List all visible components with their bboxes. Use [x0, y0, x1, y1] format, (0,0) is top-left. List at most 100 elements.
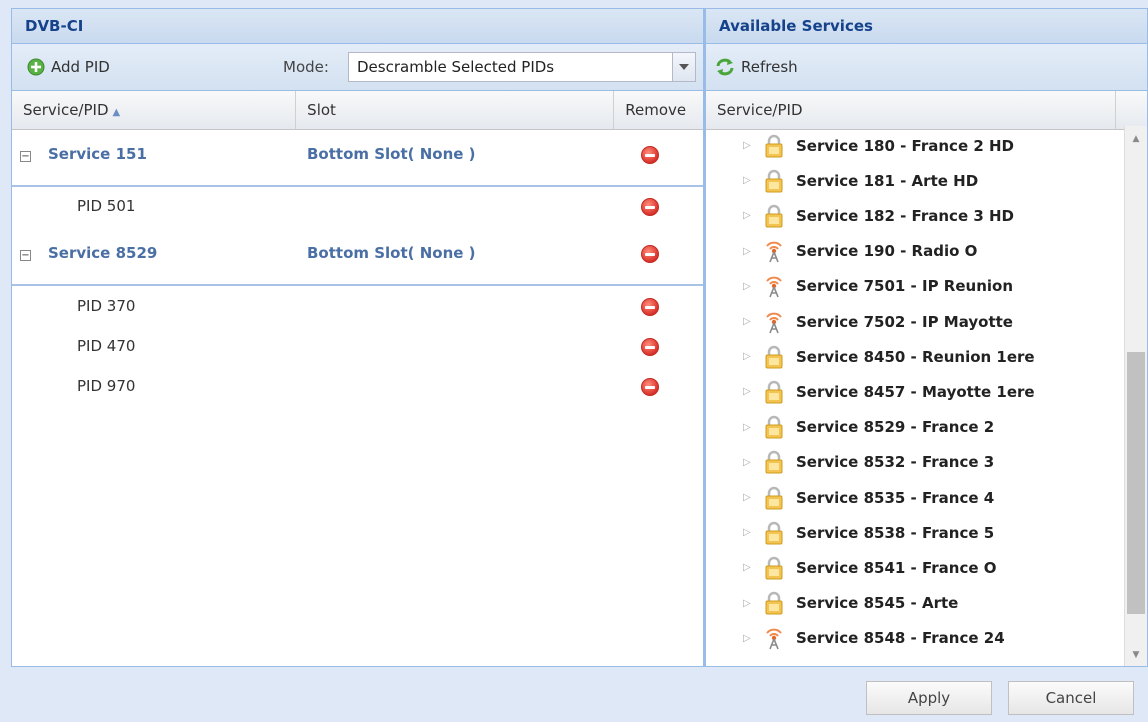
expand-arrow-icon[interactable]: ▷: [743, 281, 751, 292]
service-tree-item[interactable]: ▷ Service 190 - Radio O: [706, 234, 1106, 269]
vertical-scrollbar[interactable]: ▲ ▼: [1124, 126, 1147, 666]
service-tree-item[interactable]: ▷ Service 8545 - Arte: [706, 586, 1106, 621]
service-slot: Bottom Slot( None ): [307, 244, 476, 262]
service-tree-item[interactable]: ▷ Service 8450 - Reunion 1ere: [706, 339, 1106, 374]
service-tree-item[interactable]: ▷ Service 8457 - Mayotte 1ere: [706, 374, 1106, 409]
remove-icon[interactable]: [641, 338, 659, 356]
collapse-icon[interactable]: −: [20, 151, 31, 162]
pid-row[interactable]: PID 370: [12, 289, 703, 329]
service-name: Service 151: [48, 145, 147, 163]
group-separator: [12, 185, 703, 187]
service-tree-label: Service 8541 - France O: [796, 558, 997, 577]
cancel-button[interactable]: Cancel: [1008, 681, 1134, 715]
radio-tower-icon: [762, 626, 786, 650]
lock-icon: [762, 450, 786, 474]
service-tree-item[interactable]: ▷ Service 182 - France 3 HD: [706, 198, 1106, 233]
dvb-ci-panel-title: DVB-CI: [12, 9, 703, 44]
service-tree-item[interactable]: ▷ Service 181 - Arte HD: [706, 163, 1106, 198]
pid-row[interactable]: PID 501: [12, 189, 703, 227]
service-tree-item[interactable]: ▷ Service 8532 - France 3: [706, 445, 1106, 480]
add-pid-button[interactable]: Add PID: [27, 58, 110, 76]
service-tree-item[interactable]: ▷ Service 8548 - France 24: [706, 621, 1106, 656]
service-name: Service 8529: [48, 244, 158, 262]
column-service-pid-label: Service/PID: [717, 101, 803, 119]
radio-tower-icon: [762, 274, 786, 298]
service-tree-item[interactable]: ▷ Service 8535 - France 4: [706, 480, 1106, 515]
expand-arrow-icon[interactable]: ▷: [743, 351, 751, 362]
service-tree-item[interactable]: ▷ Service 8529 - France 2: [706, 410, 1106, 445]
column-slot[interactable]: Slot: [296, 91, 615, 129]
lock-icon: [762, 415, 786, 439]
service-tree-label: Service 8545 - Arte: [796, 594, 959, 613]
scroll-down-icon[interactable]: ▼: [1125, 650, 1147, 660]
pid-label: PID 970: [77, 377, 136, 395]
expand-arrow-icon[interactable]: ▷: [743, 210, 751, 221]
refresh-icon: [716, 58, 734, 76]
lock-icon: [762, 556, 786, 580]
lock-icon: [762, 486, 786, 510]
radio-tower-icon: [762, 310, 786, 334]
scrollbar-thumb[interactable]: [1127, 352, 1145, 614]
remove-icon[interactable]: [641, 146, 659, 164]
expand-arrow-icon[interactable]: ▷: [743, 386, 751, 397]
expand-arrow-icon[interactable]: ▷: [743, 492, 751, 503]
expand-arrow-icon[interactable]: ▷: [743, 562, 751, 573]
service-tree-label: Service 7501 - IP Reunion: [796, 277, 1014, 296]
service-tree-label: Service 8535 - France 4: [796, 488, 995, 507]
refresh-button[interactable]: Refresh: [715, 58, 798, 76]
column-remove-label: Remove: [625, 101, 687, 119]
service-tree-label: Service 181 - Arte HD: [796, 171, 979, 190]
service-tree-label: Service 8457 - Mayotte 1ere: [796, 382, 1035, 401]
apply-button[interactable]: Apply: [866, 681, 992, 715]
service-tree-label: Service 8548 - France 24: [796, 629, 1005, 648]
add-icon: [27, 58, 45, 76]
chevron-down-icon[interactable]: [672, 53, 695, 81]
remove-icon[interactable]: [641, 298, 659, 316]
add-pid-label: Add PID: [51, 58, 110, 76]
service-tree-item[interactable]: ▷ Service 180 - France 2 HD: [706, 128, 1106, 163]
available-services-panel: Available Services Refresh Service/PID ▷…: [704, 8, 1148, 667]
service-tree-item[interactable]: ▷ Service 7501 - IP Reunion: [706, 269, 1106, 304]
service-tree-item[interactable]: ▷ Service 8541 - France O: [706, 550, 1106, 585]
mode-select[interactable]: Descramble Selected PIDs: [348, 52, 696, 82]
expand-arrow-icon[interactable]: ▷: [743, 633, 751, 644]
column-service-pid[interactable]: Service/PID: [706, 91, 1116, 129]
dvb-ci-grid-header: Service/PID ▲ Slot Remove: [12, 91, 703, 130]
expand-arrow-icon[interactable]: ▷: [743, 316, 751, 327]
service-group-row[interactable]: − Service 151 Bottom Slot( None ): [12, 129, 703, 185]
column-spacer: [1116, 91, 1147, 129]
scroll-up-icon[interactable]: ▲: [1125, 134, 1147, 144]
service-group-row[interactable]: − Service 8529 Bottom Slot( None ): [12, 227, 703, 283]
remove-icon[interactable]: [641, 378, 659, 396]
expand-arrow-icon[interactable]: ▷: [743, 598, 751, 609]
lock-icon: [762, 204, 786, 228]
expand-arrow-icon[interactable]: ▷: [743, 527, 751, 538]
service-tree-label: Service 8538 - France 5: [796, 523, 995, 542]
column-service-pid[interactable]: Service/PID ▲: [12, 91, 297, 129]
column-remove[interactable]: Remove: [614, 91, 703, 129]
lock-icon: [762, 345, 786, 369]
service-tree-item[interactable]: ▷ Service 8538 - France 5: [706, 515, 1106, 550]
column-service-pid-label: Service/PID: [23, 101, 109, 119]
available-services-toolbar: Refresh: [706, 44, 1147, 91]
expand-arrow-icon[interactable]: ▷: [743, 246, 751, 257]
services-tree: ▷ Service 180 - France 2 HD ▷ Service 181 -…: [706, 127, 1125, 666]
lock-icon: [762, 380, 786, 404]
remove-icon[interactable]: [641, 245, 659, 263]
expand-arrow-icon[interactable]: ▷: [743, 175, 751, 186]
expand-arrow-icon[interactable]: ▷: [743, 422, 751, 433]
remove-icon[interactable]: [641, 198, 659, 216]
service-tree-item[interactable]: ▷ Service 7502 - IP Mayotte: [706, 304, 1106, 339]
collapse-icon[interactable]: −: [20, 250, 31, 261]
lock-icon: [762, 169, 786, 193]
mode-select-value: Descramble Selected PIDs: [357, 58, 555, 76]
expand-arrow-icon[interactable]: ▷: [743, 457, 751, 468]
service-tree-label: Service 182 - France 3 HD: [796, 206, 1014, 225]
lock-icon: [762, 134, 786, 158]
expand-arrow-icon[interactable]: ▷: [743, 140, 751, 151]
service-tree-label: Service 8532 - France 3: [796, 453, 995, 472]
pid-row[interactable]: PID 470: [12, 329, 703, 369]
pid-label: PID 470: [77, 337, 136, 355]
dvb-ci-grid-body: − Service 151 Bottom Slot( None ) PID 50…: [12, 129, 703, 666]
pid-row[interactable]: PID 970: [12, 369, 703, 409]
